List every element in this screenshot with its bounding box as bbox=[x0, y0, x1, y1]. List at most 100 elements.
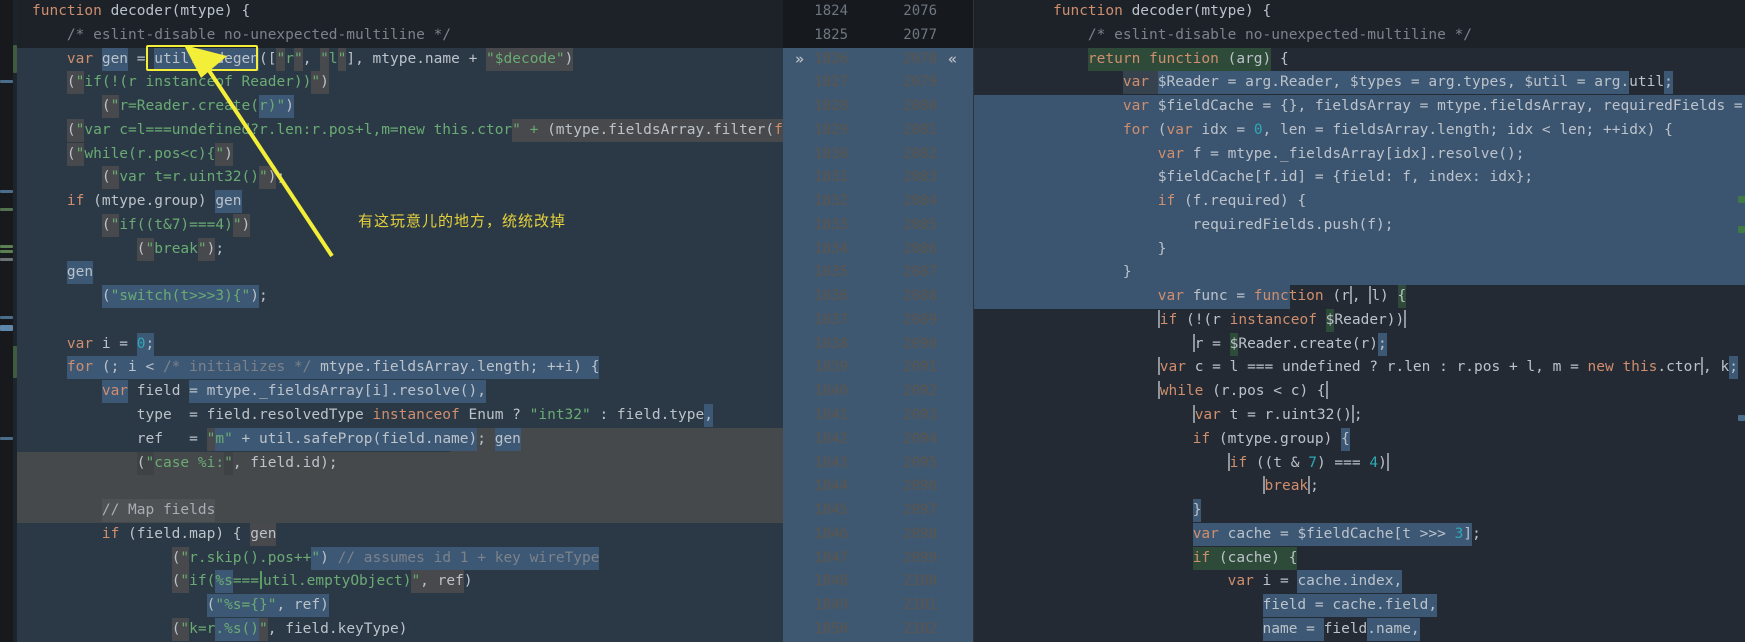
code-line[interactable]: ("switch(t>>>3){"); bbox=[17, 285, 783, 309]
code-line[interactable]: var cache = $fieldCache[t >>> 3]; bbox=[974, 523, 1745, 547]
code-line[interactable]: return function (arg) { bbox=[974, 48, 1745, 72]
code-token: " bbox=[411, 570, 420, 593]
code-line[interactable]: requiredFields.push(f); bbox=[974, 214, 1745, 238]
code-line[interactable]: if (mtype.group) { bbox=[974, 428, 1745, 452]
code-line[interactable]: ("var c=l===undefined?r.len:r.pos+l,m=ne… bbox=[17, 119, 783, 143]
code-line[interactable]: ("%s={}", ref) bbox=[17, 594, 783, 618]
code-line[interactable]: ("if(%s===util.emptyObject)", ref) bbox=[17, 570, 783, 594]
code-line[interactable]: ("r.skip().pos++") // assumes id 1 + key… bbox=[17, 547, 783, 571]
code-line[interactable]: ("case %i:", field.id); bbox=[17, 452, 783, 476]
gutter-row: 18292081 bbox=[783, 119, 973, 143]
code-line[interactable]: var gen = util.codegen(["r", "l"], mtype… bbox=[17, 48, 783, 72]
code-token bbox=[32, 356, 67, 379]
gutter-row: 18442096 bbox=[783, 475, 973, 499]
code-token bbox=[1053, 570, 1228, 593]
code-line[interactable]: field = cache.field, bbox=[974, 594, 1745, 618]
line-number-right: 2085 bbox=[903, 214, 937, 238]
code-token: /* eslint-disable no-unexpected-multilin… bbox=[32, 24, 451, 47]
code-line[interactable]: break; bbox=[974, 475, 1745, 499]
code-line[interactable]: var i = 0; bbox=[17, 333, 783, 357]
right-editor-pane[interactable]: function decoder(mtype) { /* eslint-disa… bbox=[973, 0, 1745, 642]
code-line[interactable]: $fieldCache[f.id] = {field: f, index: id… bbox=[974, 166, 1745, 190]
code-line[interactable]: var func = function (r, l) { bbox=[974, 285, 1745, 309]
code-line[interactable]: var f = mtype._fieldsArray[idx].resolve(… bbox=[974, 143, 1745, 167]
code-token: (mtype.group) bbox=[93, 190, 215, 213]
code-line[interactable]: if (!(r instanceof $Reader)) bbox=[974, 309, 1745, 333]
fold-collapse-icon[interactable]: « bbox=[948, 48, 957, 72]
code-line[interactable]: } bbox=[974, 238, 1745, 262]
line-number-left: 1824 bbox=[814, 0, 848, 24]
code-line[interactable] bbox=[17, 309, 783, 333]
code-line[interactable]: ("break"); bbox=[17, 238, 783, 262]
code-token: if bbox=[1053, 428, 1219, 451]
code-token: if bbox=[1193, 547, 1219, 570]
code-line[interactable]: } bbox=[974, 261, 1745, 285]
code-token: ) bbox=[320, 547, 337, 570]
gutter-row: 18252077 bbox=[783, 24, 973, 48]
code-line[interactable]: var t = r.uint32(); bbox=[974, 404, 1745, 428]
code-token: c = l === undefined ? r.len : r.pos + l,… bbox=[1195, 356, 1588, 379]
code-line[interactable]: if (cache) { bbox=[974, 547, 1745, 571]
code-line[interactable]: var i = cache.index, bbox=[974, 570, 1745, 594]
code-token: /* initializes */ bbox=[163, 356, 311, 379]
code-token bbox=[1053, 547, 1193, 570]
line-number-left: 1827 bbox=[814, 71, 848, 95]
fold-expand-icon[interactable]: » bbox=[795, 48, 804, 72]
code-line[interactable]: function decoder(mtype) { bbox=[17, 0, 783, 24]
code-line[interactable]: function decoder(mtype) { bbox=[974, 0, 1745, 24]
code-token: ; bbox=[1378, 333, 1387, 356]
code-token: if((t&7)===4) bbox=[119, 214, 233, 237]
code-line[interactable]: ("if(!(r instanceof Reader))") bbox=[17, 71, 783, 95]
code-token: var bbox=[1053, 285, 1193, 308]
code-line[interactable]: ref = "m" + util.safeProp(field.name); g… bbox=[17, 428, 783, 452]
code-line[interactable]: if (f.required) { bbox=[974, 190, 1745, 214]
left-editor-pane[interactable]: function decoder(mtype) { /* eslint-disa… bbox=[17, 0, 783, 642]
code-line[interactable]: var $Reader = arg.Reader, $types = arg.t… bbox=[974, 71, 1745, 95]
code-line[interactable]: if ((t & 7) === 4) bbox=[974, 452, 1745, 476]
code-token: 0 bbox=[137, 333, 146, 356]
gutter-row: 18462098 bbox=[783, 523, 973, 547]
code-line[interactable]: for (; i < /* initializes */ mtype.field… bbox=[17, 356, 783, 380]
code-line[interactable]: var $fieldCache = {}, fieldsArray = mtyp… bbox=[974, 95, 1745, 119]
line-number-right: 2094 bbox=[903, 428, 937, 452]
code-token: 4 bbox=[1369, 452, 1378, 475]
line-number-left: 1837 bbox=[814, 309, 848, 333]
code-line[interactable]: ("while(r.pos<c){") bbox=[17, 143, 783, 167]
code-line[interactable]: ("var t=r.uint32()"); bbox=[17, 166, 783, 190]
code-line[interactable]: name = field.name, bbox=[974, 618, 1745, 642]
code-token: for bbox=[67, 356, 102, 379]
code-line[interactable]: for (var idx = 0, len = fieldsArray.leng… bbox=[974, 119, 1745, 143]
code-token: " bbox=[233, 214, 242, 237]
code-line[interactable]: // Map fields bbox=[17, 499, 783, 523]
code-line[interactable]: while (r.pos < c) { bbox=[974, 380, 1745, 404]
code-line[interactable] bbox=[17, 475, 783, 499]
code-token: while(r.pos<c){ bbox=[84, 143, 215, 166]
gutter-row: 18392091 bbox=[783, 356, 973, 380]
code-line[interactable]: ("k=r.%s()", field.keyType) bbox=[17, 618, 783, 642]
code-token: , field.id); bbox=[233, 452, 338, 475]
code-token: idx = bbox=[1193, 119, 1254, 142]
code-line[interactable]: r = $Reader.create(r); bbox=[974, 333, 1745, 357]
code-token bbox=[32, 547, 172, 570]
line-number-right: 2089 bbox=[903, 309, 937, 333]
code-line[interactable]: var c = l === undefined ? r.len : r.pos … bbox=[974, 356, 1745, 380]
code-token: ; bbox=[1472, 523, 1481, 546]
code-line[interactable]: /* eslint-disable no-unexpected-multilin… bbox=[17, 24, 783, 48]
code-token: (field.map) { bbox=[128, 523, 250, 546]
code-line[interactable]: type = field.resolvedType instanceof Enu… bbox=[17, 404, 783, 428]
code-line[interactable]: ("r=Reader.create(r)") bbox=[17, 95, 783, 119]
code-token: "switch(t>>>3){" bbox=[111, 285, 251, 308]
code-line[interactable]: } bbox=[974, 499, 1745, 523]
gutter-row: 18262078»« bbox=[783, 48, 973, 72]
code-token: .ctor bbox=[1657, 356, 1701, 379]
code-token: return function bbox=[1088, 48, 1228, 71]
code-line[interactable]: gen bbox=[17, 261, 783, 285]
code-line[interactable]: if (field.map) { gen bbox=[17, 523, 783, 547]
code-token: break bbox=[154, 238, 198, 261]
code-token: $fieldCache[f.id] = {field: f, index: id… bbox=[1053, 166, 1533, 189]
code-token: instanceof bbox=[372, 404, 459, 427]
code-line[interactable]: var field = mtype._fieldsArray[i].resolv… bbox=[17, 380, 783, 404]
line-number-right: 2076 bbox=[903, 0, 937, 24]
code-token: ( bbox=[137, 452, 146, 475]
code-line[interactable]: /* eslint-disable no-unexpected-multilin… bbox=[974, 24, 1745, 48]
